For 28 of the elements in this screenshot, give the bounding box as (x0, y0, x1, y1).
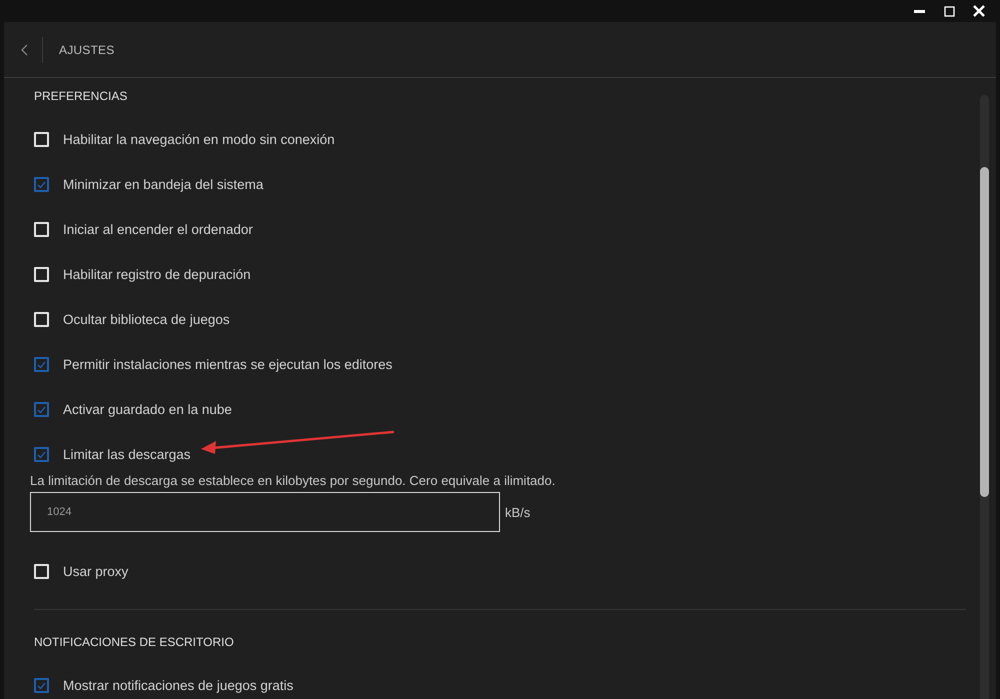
download-limit-field[interactable]: 1024 (30, 492, 500, 532)
section-heading: PREFERENCIAS (33, 88, 128, 105)
checkbox-label: Activar guardado en la nube (63, 402, 232, 417)
check-icon (37, 682, 46, 690)
check-icon (37, 360, 46, 368)
checkbox-label: Permitir instalaciones mientras se ejecutan los editores (63, 357, 392, 372)
field-hint: La limitación de descarga se establece en kilobytes por segundo. Cero equivale a ilimitado. (30, 473, 556, 488)
checkbox-label: Ocultar biblioteca de juegos (63, 312, 230, 327)
checkbox-label: Mostrar notificaciones de juegos gratis (63, 678, 294, 693)
check-icon (37, 450, 46, 458)
scrollbar[interactable] (980, 95, 988, 699)
scrollbar-thumb[interactable] (980, 167, 988, 497)
checkbox[interactable] (34, 447, 49, 462)
unit-label: kB/s (505, 504, 530, 520)
checkbox-label: Usar proxy (63, 564, 128, 579)
section-heading: NOTIFICACIONES DE ESCRITORIO (33, 634, 235, 651)
checkbox[interactable] (34, 678, 49, 693)
check-icon (37, 180, 46, 188)
checkbox[interactable] (34, 402, 49, 417)
checkbox-label: Habilitar la navegación en modo sin conexión (63, 132, 335, 147)
page-title: AJUSTES (59, 42, 114, 56)
check-icon (37, 406, 46, 414)
checkbox-label: Habilitar registro de depuración (63, 267, 251, 282)
checkbox[interactable] (34, 357, 49, 372)
checkbox-label: Limitar las descargas (63, 447, 191, 462)
checkbox-label: Minimizar en bandeja del sistema (63, 177, 264, 192)
checkbox-label: Iniciar al encender el ordenador (63, 222, 253, 237)
checkbox[interactable] (34, 177, 49, 192)
